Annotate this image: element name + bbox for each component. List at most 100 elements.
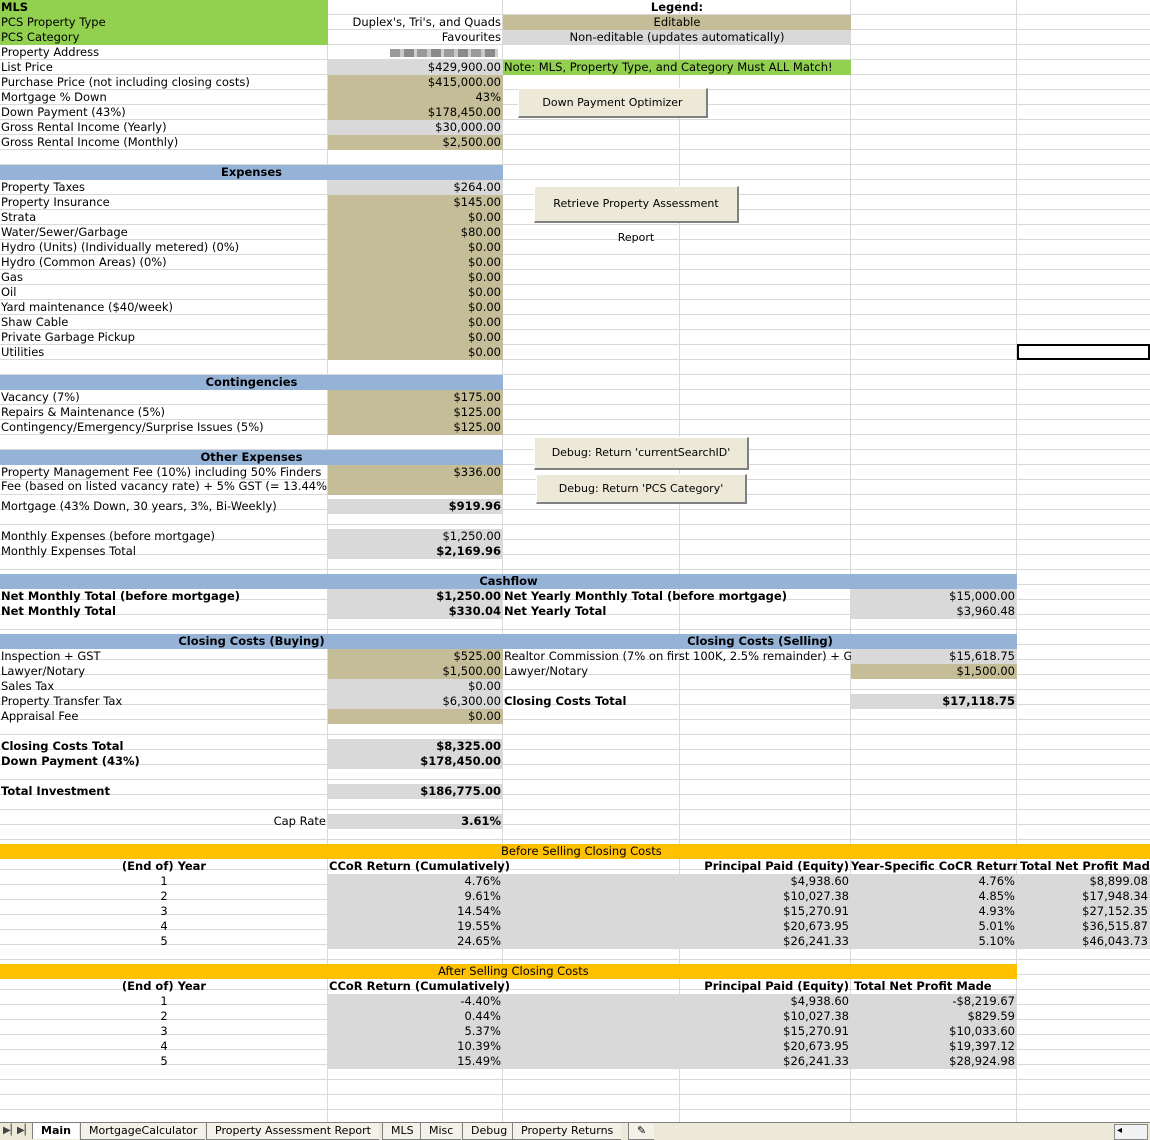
tab-debug[interactable]: Debug <box>462 1123 516 1140</box>
total-investment-value: $186,775.00 <box>328 784 503 799</box>
grid-row-line <box>0 779 1150 780</box>
closing-buy-value[interactable]: $525.00 <box>328 649 503 664</box>
grid-row-line <box>0 1079 1150 1080</box>
after-principal: $26,241.33 <box>680 1054 851 1069</box>
expense-value[interactable]: $0.00 <box>328 270 503 285</box>
scroll-left-icon[interactable]: ◂ <box>1117 1125 1122 1136</box>
spreadsheet-grid[interactable]: MLS Legend: PCS Property Type Duplex's, … <box>0 0 1150 1122</box>
expense-value[interactable]: $80.00 <box>328 225 503 240</box>
after-year: 4 <box>160 1039 168 1053</box>
down-payment-value[interactable]: $178,450.00 <box>328 105 503 120</box>
management-fee-amount: $336.00 <box>453 465 501 479</box>
before-year: 1 <box>160 874 168 888</box>
after-ccor: 5.37% <box>328 1024 503 1039</box>
after-ccor: 0.44% <box>328 1009 503 1024</box>
mortgage-value: $919.96 <box>328 499 503 514</box>
closing-buy-value: $0.00 <box>328 679 503 694</box>
before-blank <box>503 889 680 904</box>
insert-sheet-icon[interactable]: ✎ <box>628 1123 655 1140</box>
tab-mortgagecalculator[interactable]: MortgageCalculator <box>80 1123 206 1140</box>
redacted-address <box>390 49 498 57</box>
closing-buy-label: Appraisal Fee <box>1 709 79 723</box>
horizontal-scrollbar[interactable]: ◂ <box>1114 1124 1148 1140</box>
after-ccor: -4.40% <box>328 994 503 1009</box>
selling-lawyer-value[interactable]: $1,500.00 <box>851 664 1017 679</box>
expense-value[interactable]: $0.00 <box>328 285 503 300</box>
closing-buy-value[interactable]: $0.00 <box>328 709 503 724</box>
before-net-profit: $46,043.73 <box>1017 934 1150 949</box>
pcs-category-value[interactable]: Favourites <box>328 30 503 45</box>
expense-value: $264.00 <box>328 180 503 195</box>
closing-buy-value[interactable]: $1,500.00 <box>328 664 503 679</box>
tab-main[interactable]: Main <box>32 1123 79 1139</box>
after-ccor: 15.49% <box>328 1054 503 1069</box>
mortgage-down-label: Mortgage % Down <box>1 90 107 104</box>
total-investment-label: Total Investment <box>1 784 110 798</box>
tab-property-returns[interactable]: Property Returns <box>512 1123 622 1140</box>
before-blank <box>503 904 680 919</box>
list-price-label: List Price <box>1 60 53 74</box>
grid-row-line <box>0 959 1150 960</box>
expense-value[interactable]: $0.00 <box>328 330 503 345</box>
contingency-value[interactable]: $175.00 <box>328 390 503 405</box>
selling-total-value: $17,118.75 <box>851 694 1017 709</box>
contingency-value[interactable]: $125.00 <box>328 420 503 435</box>
expense-value[interactable]: $0.00 <box>328 315 503 330</box>
expense-value[interactable]: $0.00 <box>328 210 503 225</box>
monthly-total-label: Monthly Expenses Total <box>1 544 137 558</box>
contingency-value[interactable]: $125.00 <box>328 405 503 420</box>
selling-lawyer-label: Lawyer/Notary <box>504 664 589 678</box>
retrieve-assessment-button[interactable]: Retrieve Property Assessment Report <box>534 186 739 244</box>
expense-label: Strata <box>1 210 37 224</box>
pcs-property-type-value[interactable]: Duplex's, Tri's, and Quads <box>328 15 503 30</box>
management-fee-value[interactable]: $336.00 <box>328 465 503 495</box>
management-fee-label: Property Management Fee (10%) including … <box>1 465 328 493</box>
down-payment-optimizer-button[interactable]: Down Payment Optimizer <box>518 88 708 118</box>
before-net-profit: $36,515.87 <box>1017 919 1150 934</box>
before-ccor: 4.76% <box>328 874 503 889</box>
after-selling-header: After Selling Closing Costs <box>438 964 589 978</box>
before-blank <box>503 919 680 934</box>
debug-pcs-category-button[interactable]: Debug: Return 'PCS Category' <box>536 474 747 504</box>
tab-property-assessment-report[interactable]: Property Assessment Report <box>206 1123 379 1140</box>
before-year-specific: 4.76% <box>851 874 1017 889</box>
expense-label: Shaw Cable <box>1 315 69 329</box>
after-blank <box>503 1024 680 1039</box>
before-selling-header: Before Selling Closing Costs <box>501 844 662 858</box>
after-col-year: (End of) Year <box>121 979 207 993</box>
selected-cell[interactable] <box>1017 344 1150 360</box>
net-monthly-before-label: Net Monthly Total (before mortgage) <box>1 589 241 603</box>
closing-buy-label: Property Transfer Tax <box>1 694 123 708</box>
expense-label: Utilities <box>1 345 45 359</box>
expense-value[interactable]: $145.00 <box>328 195 503 210</box>
before-principal: $26,241.33 <box>680 934 851 949</box>
tab-mls[interactable]: MLS <box>382 1123 422 1140</box>
grid-row-line <box>0 524 1150 525</box>
before-principal: $4,938.60 <box>680 874 851 889</box>
gross-yearly-label: Gross Rental Income (Yearly) <box>1 120 167 134</box>
before-selling-bar: Before Selling Closing Costs <box>0 844 1150 859</box>
expense-value[interactable]: $0.00 <box>328 300 503 315</box>
monthly-before-label: Monthly Expenses (before mortgage) <box>1 529 215 543</box>
grid-row-line <box>0 629 1150 630</box>
before-year-specific: 5.10% <box>851 934 1017 949</box>
monthly-total-value: $2,169.96 <box>328 544 503 559</box>
mortgage-down-value[interactable]: 43% <box>328 90 503 105</box>
closing-buy-label: Sales Tax <box>1 679 55 693</box>
net-monthly-value: $330.04 <box>328 604 503 619</box>
before-principal: $15,270.91 <box>680 904 851 919</box>
after-year: 3 <box>160 1024 168 1038</box>
before-principal: $10,027.38 <box>680 889 851 904</box>
expense-value[interactable]: $0.00 <box>328 240 503 255</box>
tab-scroll-end-icon[interactable]: ▶▏ <box>17 1125 32 1136</box>
tab-misc[interactable]: Misc <box>420 1123 462 1140</box>
match-note: Note: MLS, Property Type, and Category M… <box>503 60 851 75</box>
expense-value[interactable]: $0.00 <box>328 255 503 270</box>
debug-search-id-button[interactable]: Debug: Return 'currentSearchID' <box>534 437 749 470</box>
before-ccor: 14.54% <box>328 904 503 919</box>
expense-value[interactable]: $0.00 <box>328 345 503 360</box>
purchase-price-value[interactable]: $415,000.00 <box>328 75 503 90</box>
property-address-value[interactable] <box>328 45 503 60</box>
net-yearly-before-value: $15,000.00 <box>851 589 1017 604</box>
gross-monthly-value[interactable]: $2,500.00 <box>328 135 503 150</box>
